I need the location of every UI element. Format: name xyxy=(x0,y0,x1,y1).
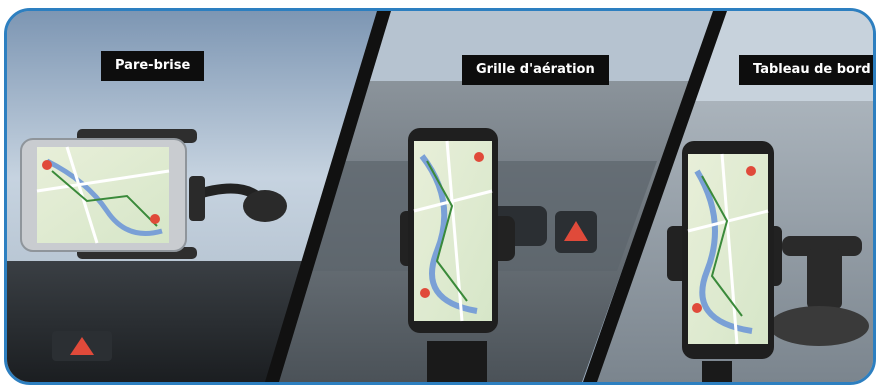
map-pin-icon xyxy=(692,303,702,313)
label-vent: Grille d'aération xyxy=(462,55,609,85)
map-pin-icon xyxy=(474,152,484,162)
suction-base xyxy=(769,306,869,346)
suction-cup xyxy=(243,190,287,222)
label-windshield: Pare-brise xyxy=(101,51,205,81)
map-pin-icon xyxy=(746,166,756,176)
image-frame: Pare-brise Grille d'aération Tableau de … xyxy=(4,8,876,385)
map-pin-icon xyxy=(420,288,430,298)
map-pin-icon xyxy=(150,214,160,224)
label-dashboard: Tableau de bord xyxy=(739,55,873,85)
map-pin-icon xyxy=(42,160,52,170)
